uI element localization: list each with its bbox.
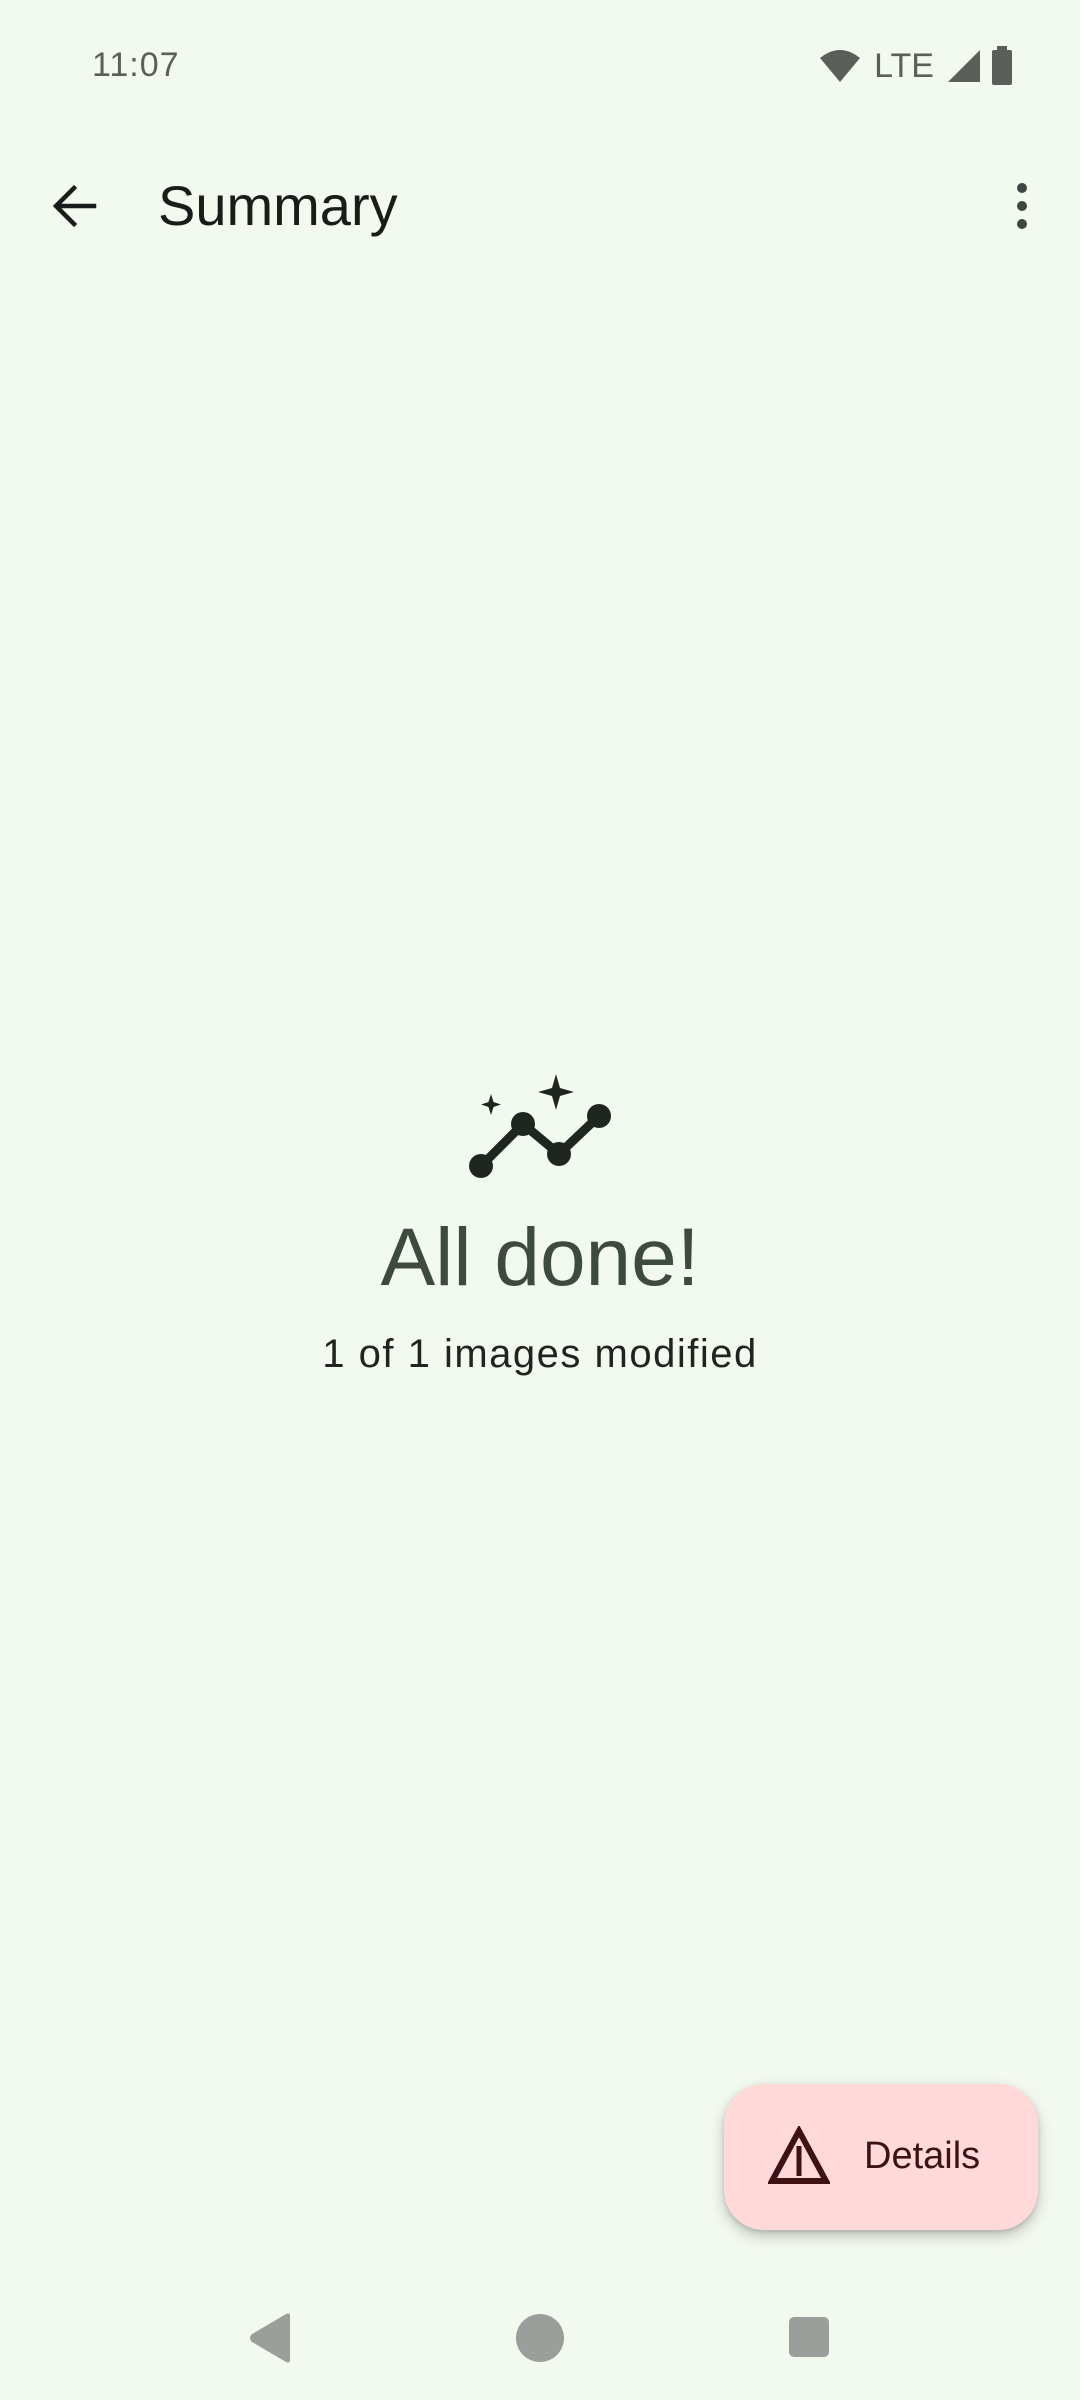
nav-back-icon[interactable] <box>244 2312 296 2364</box>
more-vert-icon <box>1017 183 1027 229</box>
result-panel: All done! 1 of 1 images modified <box>0 1060 1080 1378</box>
auto-graph-sparkle-icon <box>469 1074 611 1178</box>
warning-triangle-icon <box>768 2126 830 2184</box>
status-time: 11:07 <box>92 46 180 84</box>
done-heading: All done! <box>380 1212 700 1303</box>
system-nav-bar <box>0 2300 1080 2400</box>
screen: 11:07 LTE Summary All done! 1 of 1 image… <box>0 0 1080 2400</box>
cell-signal-icon <box>948 50 980 82</box>
modified-count-text: 1 of 1 images modified <box>322 1332 758 1376</box>
arrow-back-icon <box>52 184 97 228</box>
details-button[interactable]: Details <box>724 2084 1038 2230</box>
app-bar: Summary <box>0 150 1080 262</box>
nav-recents-icon[interactable] <box>789 2317 829 2357</box>
page-title: Summary <box>158 174 398 237</box>
more-options-button[interactable] <box>978 162 1066 250</box>
wifi-icon <box>820 50 861 82</box>
nav-home-icon[interactable] <box>516 2314 564 2362</box>
network-type-label: LTE <box>874 46 934 85</box>
status-bar: 11:07 LTE <box>0 0 1080 132</box>
battery-icon <box>992 46 1012 85</box>
details-button-label: Details <box>864 2135 981 2177</box>
status-icons: LTE <box>818 44 1014 88</box>
back-button[interactable] <box>30 162 118 250</box>
